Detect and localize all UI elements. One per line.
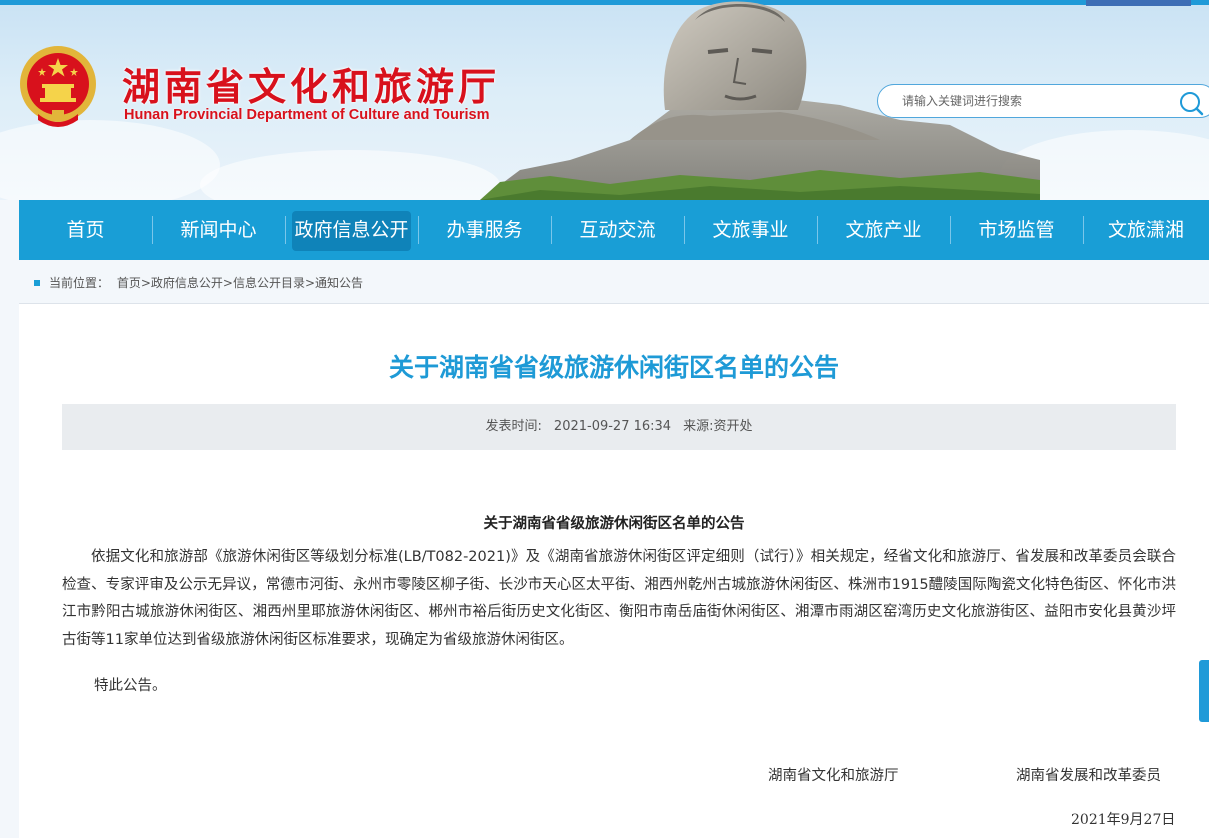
nav-item-services[interactable]: 办事服务 <box>418 200 551 260</box>
breadcrumb-label: 当前位置： <box>49 276 110 290</box>
site-title-cn: 湖南省文化和旅游厅 <box>122 65 501 109</box>
cloud-decoration <box>0 120 220 200</box>
search-icon[interactable] <box>1177 90 1205 116</box>
side-floating-tab[interactable] <box>1199 660 1209 722</box>
search-box <box>877 84 1209 118</box>
article-title: 关于湖南省省级旅游休闲街区名单的公告 <box>388 353 839 382</box>
article-meta: 发表时间: 2021-09-27 16:34 来源:资开处 <box>62 404 1176 450</box>
cloud-decoration <box>200 150 500 200</box>
site-header: 湖南省文化和旅游厅 Hunan Provincial Department of… <box>0 0 1209 200</box>
nav-item-market[interactable]: 市场监管 <box>950 200 1083 260</box>
body-title: 关于湖南省省级旅游休闲街区名单的公告 <box>483 516 745 532</box>
signer-2: 湖南省发展和改革委员 <box>1016 768 1161 784</box>
nav-item-gov-info[interactable]: 政府信息公开 <box>285 200 418 260</box>
breadcrumb-bullet-icon <box>34 280 40 286</box>
nav-item-interaction[interactable]: 互动交流 <box>551 200 684 260</box>
top-tab[interactable] <box>1086 0 1191 6</box>
breadcrumb: 当前位置： 首页>政府信息公开>信息公开目录>通知公告 <box>19 264 1209 302</box>
main-nav: 首页 新闻中心 政府信息公开 办事服务 互动交流 文旅事业 文旅产业 市场监管 … <box>19 200 1209 260</box>
article-container: 关于湖南省省级旅游休闲街区名单的公告 发表时间: 2021-09-27 16:34… <box>19 303 1209 838</box>
nav-item-news[interactable]: 新闻中心 <box>152 200 285 260</box>
publish-time: 2021-09-27 16:34 <box>553 419 672 434</box>
search-input[interactable] <box>902 91 1162 111</box>
nav-item-home[interactable]: 首页 <box>19 200 152 260</box>
publish-label: 发表时间: <box>485 419 542 434</box>
nav-item-culture-affairs[interactable]: 文旅事业 <box>684 200 817 260</box>
national-emblem-icon <box>20 46 96 127</box>
article-source: 来源:资开处 <box>683 419 753 434</box>
nav-item-xiaoxiang[interactable]: 文旅潇湘 <box>1083 200 1209 260</box>
nav-item-culture-industry[interactable]: 文旅产业 <box>817 200 950 260</box>
breadcrumb-path[interactable]: 首页>政府信息公开>信息公开目录>通知公告 <box>117 276 363 290</box>
site-title-en: Hunan Provincial Department of Culture a… <box>124 107 490 123</box>
article-paragraph: 依据文化和旅游部《旅游休闲街区等级划分标准(LB/T082-2021)》及《湖南… <box>62 549 1176 648</box>
signer-1: 湖南省文化和旅游厅 <box>768 768 899 784</box>
article-closing: 特此公告。 <box>94 678 167 694</box>
article-date: 2021年9月27日 <box>1071 812 1176 828</box>
